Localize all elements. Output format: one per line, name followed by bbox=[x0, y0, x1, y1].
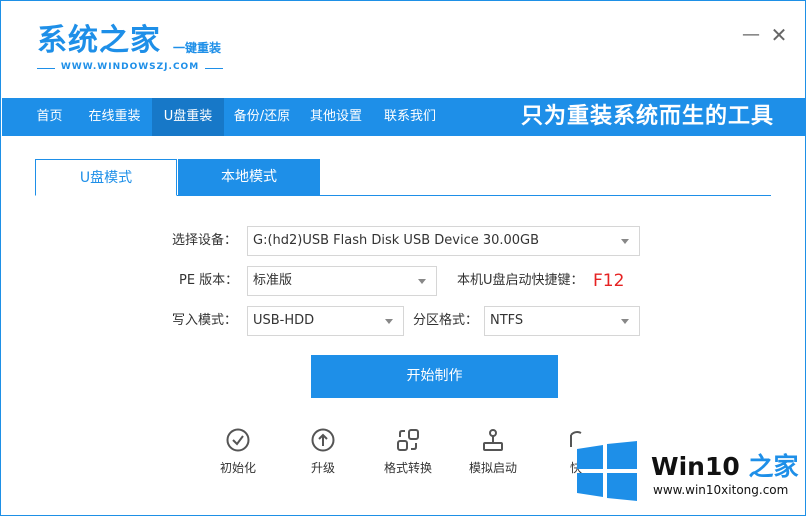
nav-slogan: 只为重装系统而生的工具 bbox=[520, 104, 774, 129]
tab-usb-mode[interactable]: U盘模式 bbox=[35, 159, 177, 196]
start-make-button[interactable]: 开始制作 bbox=[311, 355, 558, 398]
logo-url: WWW.WINDOWSZJ.COM bbox=[37, 62, 223, 72]
pe-version-value: 标准版 bbox=[253, 273, 293, 288]
convert-icon bbox=[397, 429, 419, 451]
watermark-brand: Win10 之家 bbox=[651, 447, 798, 483]
joystick-icon bbox=[483, 429, 503, 451]
logo-subtitle: 一键重装 bbox=[173, 41, 222, 55]
write-mode-value: USB-HDD bbox=[253, 313, 315, 328]
partition-format-value: NTFS bbox=[490, 313, 524, 328]
app-window: 系统之家 一键重装 WWW.WINDOWSZJ.COM — ✕ 首页 在线重装 … bbox=[0, 0, 806, 516]
pe-version-select[interactable]: 标准版 bbox=[247, 266, 437, 296]
watermark-brand-accent: 之家 bbox=[739, 452, 799, 481]
check-circle-icon bbox=[226, 428, 250, 452]
nav-item-online-reinstall[interactable]: 在线重装 bbox=[77, 98, 152, 136]
nav-item-other-settings[interactable]: 其他设置 bbox=[300, 98, 372, 136]
partition-format-label: 分区格式： bbox=[413, 313, 479, 328]
nav-item-usb-reinstall[interactable]: U盘重装 bbox=[152, 98, 224, 136]
tool-simulate-boot[interactable]: 模拟启动 bbox=[458, 427, 528, 476]
pe-version-label: PE 版本： bbox=[179, 273, 239, 288]
nav-item-home[interactable]: 首页 bbox=[22, 98, 77, 136]
tool-format-convert[interactable]: 格式转换 bbox=[373, 427, 443, 476]
partition-format-select[interactable]: NTFS bbox=[484, 306, 640, 336]
chevron-down-icon bbox=[621, 319, 629, 324]
chevron-down-icon bbox=[621, 239, 629, 244]
tool-upgrade[interactable]: 升级 bbox=[288, 427, 358, 476]
write-mode-label: 写入模式： bbox=[172, 313, 238, 328]
close-button[interactable]: ✕ bbox=[769, 25, 789, 45]
hotkey-label: 本机U盘启动快捷键： bbox=[457, 273, 584, 288]
logo-title: 系统之家 bbox=[37, 23, 161, 58]
upgrade-arrow-icon bbox=[311, 428, 335, 452]
device-select-value: G:(hd2)USB Flash Disk USB Device 30.00GB bbox=[253, 233, 540, 248]
device-select[interactable]: G:(hd2)USB Flash Disk USB Device 30.00GB bbox=[247, 226, 640, 256]
main-nav: 首页 在线重装 U盘重装 备份/还原 其他设置 联系我们 只为重装系统而生的工具 bbox=[2, 98, 806, 136]
chevron-down-icon bbox=[418, 279, 426, 284]
watermark-url: www.win10xitong.com bbox=[653, 483, 789, 497]
write-mode-select[interactable]: USB-HDD bbox=[247, 306, 404, 336]
nav-item-contact-us[interactable]: 联系我们 bbox=[372, 98, 448, 136]
hotkey-value: F12 bbox=[593, 271, 625, 291]
tool-upgrade-label: 升级 bbox=[310, 461, 335, 475]
device-label: 选择设备： bbox=[172, 233, 238, 248]
win10-watermark: Win10 之家 www.win10xitong.com bbox=[571, 437, 803, 513]
tool-simulate-boot-label: 模拟启动 bbox=[468, 461, 517, 475]
tool-format-convert-label: 格式转换 bbox=[383, 461, 432, 475]
tool-initialize-label: 初始化 bbox=[219, 461, 256, 475]
chevron-down-icon bbox=[385, 319, 393, 324]
windows-logo-icon bbox=[577, 441, 637, 501]
tool-initialize[interactable]: 初始化 bbox=[203, 427, 273, 476]
tab-local-mode[interactable]: 本地模式 bbox=[178, 159, 320, 196]
nav-item-backup-restore[interactable]: 备份/还原 bbox=[224, 98, 300, 136]
minimize-button[interactable]: — bbox=[741, 25, 761, 45]
watermark-brand-main: Win10 bbox=[651, 452, 740, 481]
